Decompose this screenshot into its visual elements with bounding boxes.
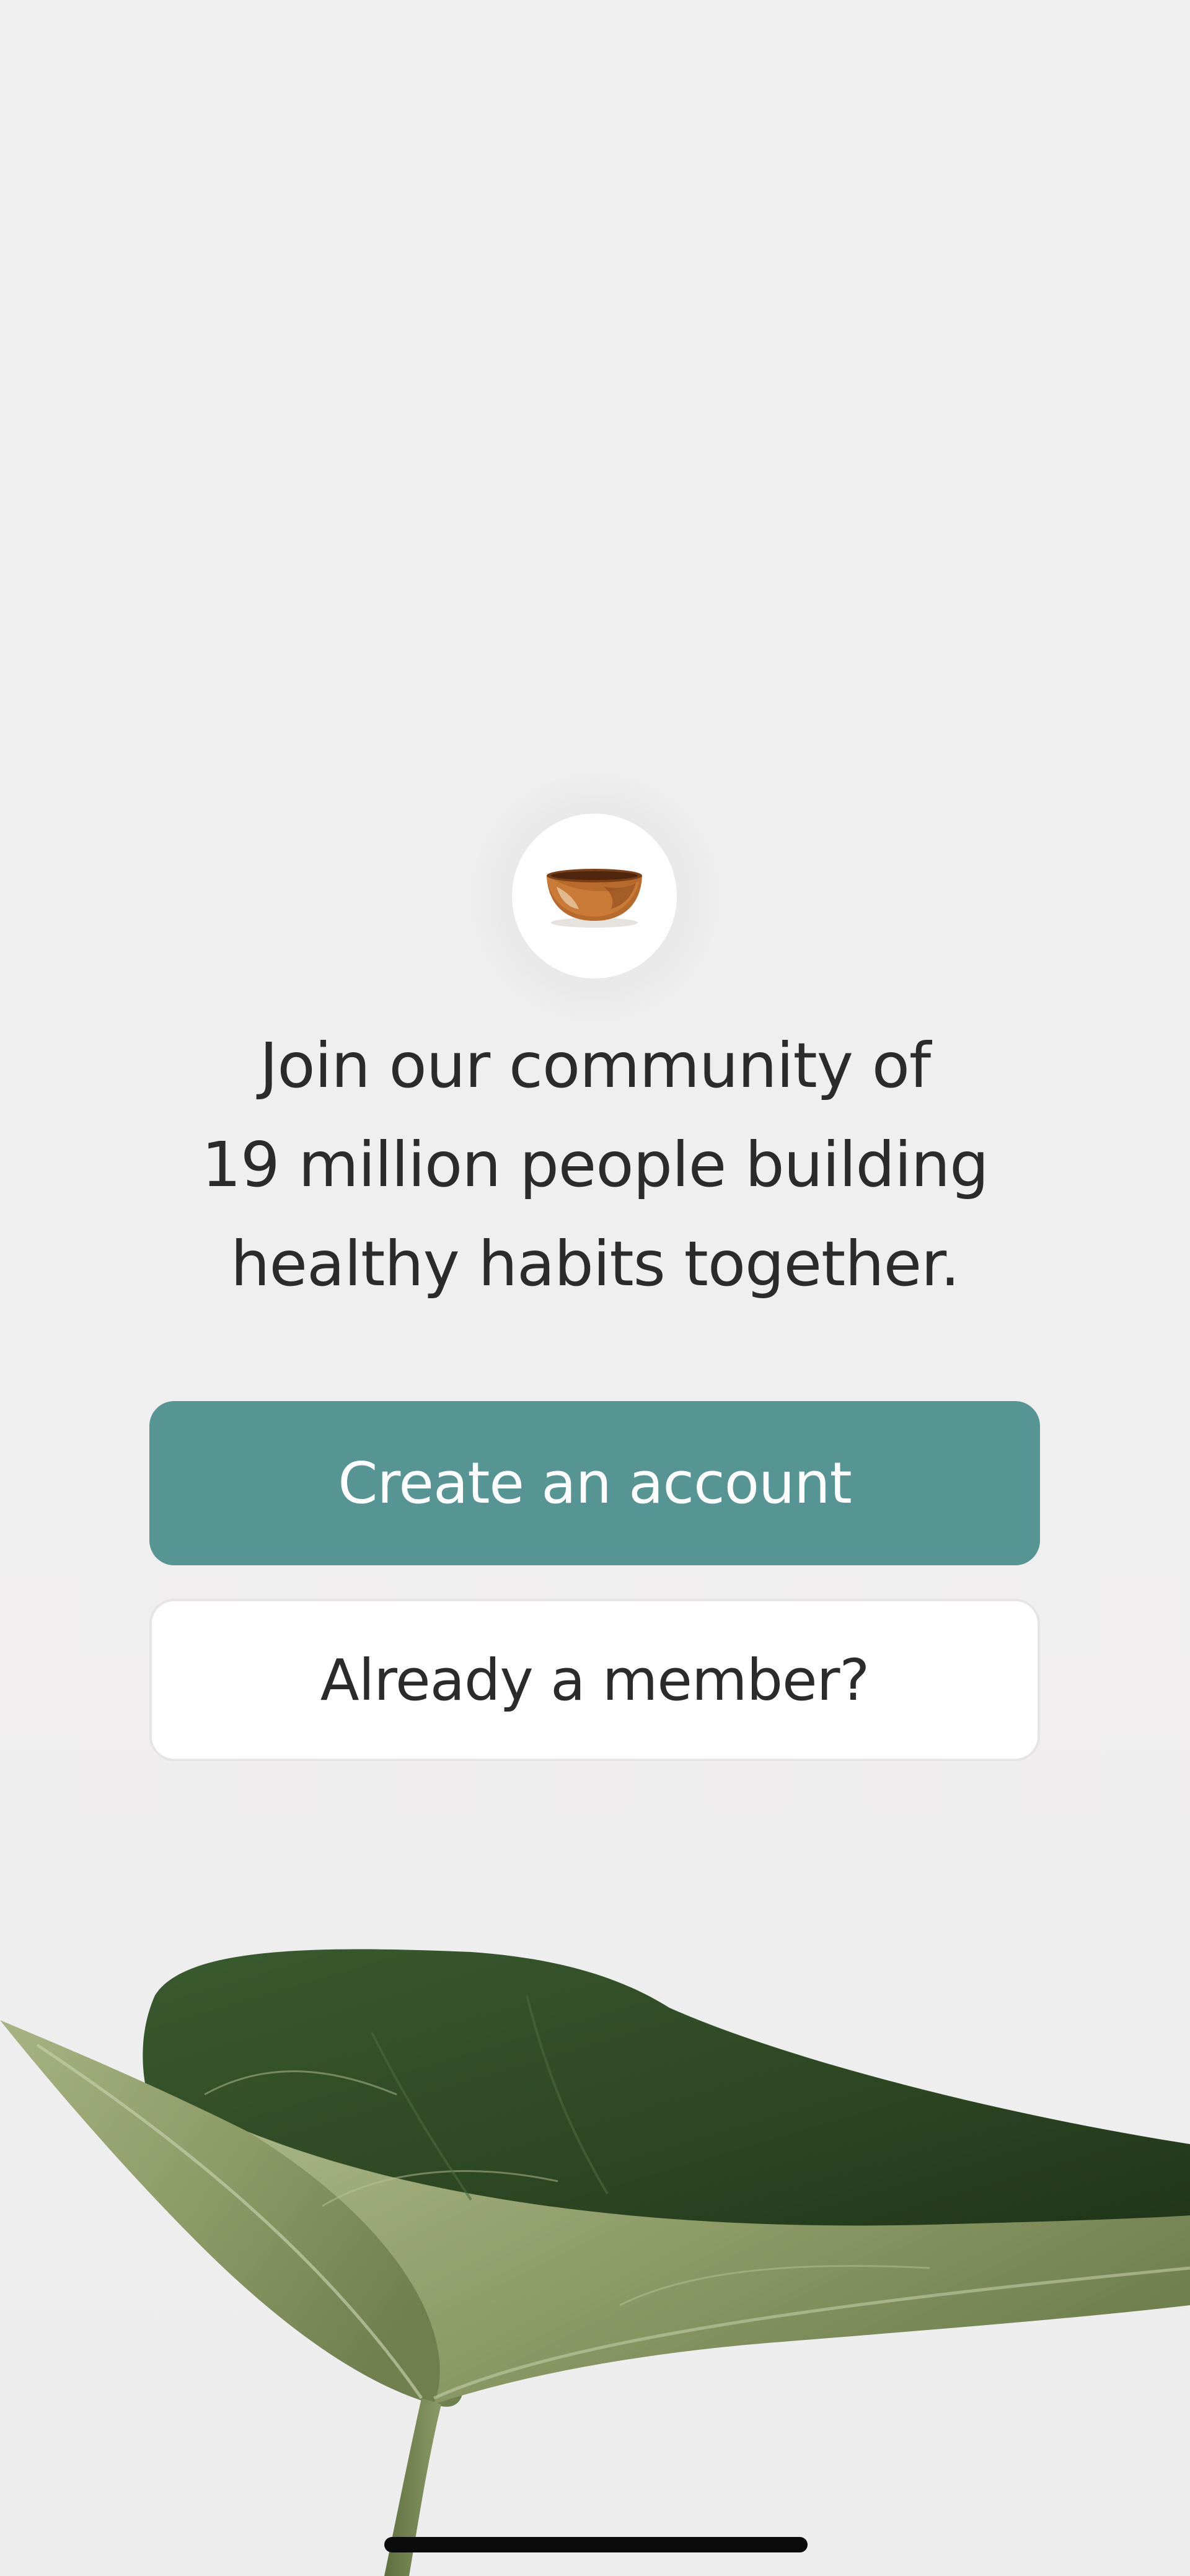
welcome-screen: Join our community of 19 million people … [0, 0, 1190, 2576]
headline: Join our community of 19 million people … [124, 1016, 1066, 1314]
home-indicator[interactable] [384, 2537, 808, 2552]
create-account-button[interactable]: Create an account [149, 1401, 1040, 1565]
already-member-label: Already a member? [320, 1646, 870, 1713]
create-account-label: Create an account [338, 1450, 852, 1516]
headline-line-3: healthy habits together. [231, 1228, 960, 1300]
singing-bowl-icon [547, 869, 642, 928]
headline-line-1: Join our community of [259, 1029, 931, 1102]
already-member-button[interactable]: Already a member? [149, 1599, 1040, 1761]
leaf-illustration [0, 1949, 1190, 2576]
headline-line-2: 19 million people building [201, 1128, 989, 1201]
app-logo [512, 814, 677, 978]
